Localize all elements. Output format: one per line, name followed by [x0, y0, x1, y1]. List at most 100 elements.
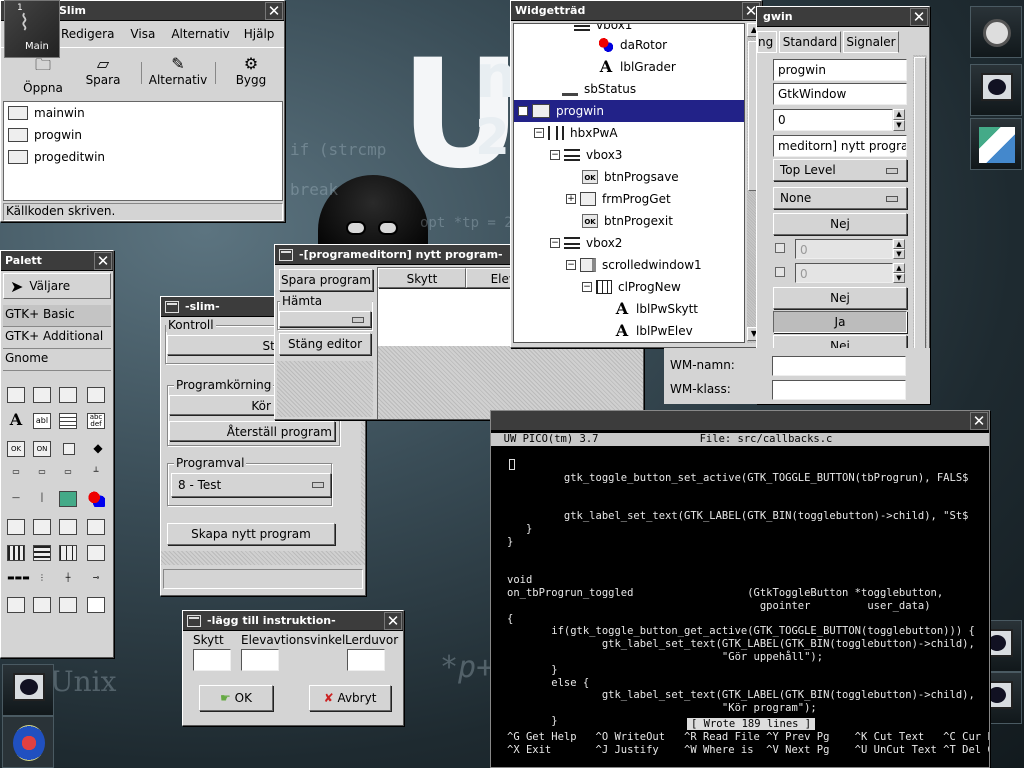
hseparator-widget-icon[interactable]: — [7, 491, 25, 507]
optionmenu-widget-icon[interactable]: ▭ [7, 465, 25, 481]
colorselection-widget-icon[interactable] [59, 519, 77, 535]
wm-name-field[interactable] [772, 356, 906, 376]
window-menu-icon[interactable] [187, 614, 201, 627]
tab-widget[interactable]: ng [757, 31, 777, 53]
tree-row[interactable]: − vbox2 [550, 232, 622, 254]
spin-up-icon[interactable]: ▲ [893, 239, 905, 249]
close-icon[interactable]: ✕ [384, 611, 402, 630]
close-icon[interactable]: ✕ [94, 251, 112, 270]
tree-row[interactable]: AlblPwElev [614, 320, 693, 342]
titlebar[interactable]: -lägg till instruktion- ✕ [183, 611, 403, 631]
tab-signals[interactable]: Signaler [843, 31, 899, 53]
collapse-icon[interactable]: − [518, 106, 528, 116]
save-program-button[interactable]: Spara program [279, 269, 373, 291]
title-field[interactable]: meditorn] nytt program- [773, 135, 907, 157]
vbuttonbox-widget-icon[interactable]: ⋮ [33, 571, 51, 587]
default-width-field[interactable]: 0 [795, 239, 893, 259]
reset-program-button[interactable]: Återställ program [169, 421, 335, 441]
list-item[interactable]: progeditwin [8, 150, 105, 164]
position-dropdown[interactable]: None [773, 187, 907, 209]
build-button[interactable]: ⚙ Bygg [223, 54, 279, 87]
tree-row[interactable]: daRotor [598, 34, 667, 56]
frame-widget-icon[interactable] [33, 597, 51, 613]
close-icon[interactable]: ✕ [970, 411, 988, 430]
textview-widget-icon[interactable]: abc def [87, 413, 105, 429]
handlebox-widget-icon[interactable] [87, 387, 105, 403]
create-program-button[interactable]: Skapa nytt program [167, 523, 335, 545]
default-height-field[interactable]: 0 [795, 263, 893, 283]
tree-row-selected[interactable]: − progwin [514, 100, 744, 122]
dock-gnu-icon[interactable] [2, 716, 54, 768]
menu-edit[interactable]: Redigera [61, 27, 114, 41]
titlebar[interactable]: Palett ✕ [1, 251, 113, 271]
collapse-icon[interactable]: − [582, 282, 592, 292]
tree-row[interactable]: AlblPwSkytt [614, 298, 698, 320]
vpaned-widget-icon[interactable]: ┼ [59, 571, 77, 587]
table-widget-icon[interactable] [59, 545, 77, 561]
label-widget-icon[interactable]: A [7, 412, 25, 429]
collapse-icon[interactable]: − [550, 150, 560, 160]
tree-row[interactable]: sbStatus [562, 78, 636, 100]
tree-row[interactable]: − scrolledwindow1 [566, 254, 702, 276]
tab-gnome[interactable]: Gnome [3, 349, 111, 371]
tree-row[interactable]: − clProgNew [582, 276, 681, 298]
type-dropdown[interactable]: Top Level [773, 159, 907, 181]
border-width-field[interactable]: 0 [773, 109, 893, 131]
list-widget-icon[interactable]: ▭ [59, 465, 77, 481]
hpaned-widget-icon[interactable]: ⊸ [87, 571, 105, 587]
main-desk-icon[interactable]: 1 ⌇ Main [4, 0, 60, 58]
titlebar[interactable]: ✕ [491, 411, 989, 431]
column-header-skytt[interactable]: Skytt [378, 268, 466, 288]
wm-class-field[interactable] [772, 380, 906, 400]
options-button[interactable]: ✎ Alternativ [145, 54, 211, 87]
window-widget-icon[interactable] [7, 387, 25, 403]
vseparator-widget-icon[interactable]: │ [33, 491, 51, 507]
collapse-icon[interactable]: − [550, 238, 560, 248]
notebook-widget-icon[interactable] [7, 597, 25, 613]
radiobutton-widget-icon[interactable]: ◆ [89, 441, 107, 457]
close-icon[interactable]: ✕ [910, 7, 928, 26]
collapse-icon[interactable]: − [534, 128, 544, 138]
scrolledwindow-widget-icon[interactable] [59, 597, 77, 613]
checkbutton-widget-icon[interactable] [63, 443, 75, 455]
close-editor-button[interactable]: Stäng editor [279, 333, 371, 355]
hbuttonbox-widget-icon[interactable]: ▬▬▬ [7, 571, 30, 587]
combo-widget-icon[interactable]: ▭ [33, 465, 51, 481]
list-item[interactable]: progwin [8, 128, 82, 142]
expand-icon[interactable]: + [566, 194, 576, 204]
dock-app-icon[interactable] [970, 6, 1022, 58]
menubar-widget-icon[interactable] [33, 387, 51, 403]
modal-toggle[interactable]: Nej [773, 213, 907, 235]
pico-editor[interactable]: UW PICO(tm) 3.7 File: src/callbacks.c gt… [491, 431, 989, 767]
drawingarea-widget-icon[interactable] [87, 491, 105, 507]
save-button[interactable]: ▱ Spara [75, 54, 131, 87]
window-menu-icon[interactable] [165, 300, 179, 313]
cancel-button[interactable]: ✘ Avbryt [309, 685, 391, 711]
spin-down-icon[interactable]: ▼ [893, 120, 905, 131]
entry-widget-icon[interactable]: abl [33, 413, 51, 429]
tree-row[interactable]: − vbox3 [550, 144, 622, 166]
tree-row[interactable]: AlblGrader [598, 56, 676, 78]
elevation-field[interactable] [241, 649, 279, 671]
hbox-widget-icon[interactable] [7, 545, 25, 561]
spin-up-icon[interactable]: ▲ [893, 263, 905, 273]
tree-row[interactable]: − hbxPwA [534, 122, 618, 144]
tree-row[interactable]: OK btnProgexit [582, 210, 673, 232]
collapse-icon[interactable]: − [566, 260, 576, 270]
fileselection-widget-icon[interactable] [33, 519, 51, 535]
spin-down-icon[interactable]: ▼ [893, 273, 905, 283]
dock-monitor-icon[interactable] [2, 664, 54, 716]
tree-row[interactable]: + frmProgGet [566, 188, 671, 210]
dock-paint-icon[interactable] [970, 118, 1022, 170]
open-button[interactable]: 🗀 Öppna [15, 54, 71, 95]
titlebar[interactable]: Widgetträd ✕ [511, 1, 761, 21]
vbox-widget-icon[interactable] [33, 545, 51, 561]
window-menu-icon[interactable] [279, 248, 293, 261]
default-height-checkbox[interactable] [775, 267, 785, 277]
fetch-program-dropdown[interactable] [279, 311, 371, 327]
tab-gtk-additional[interactable]: GTK+ Additional [3, 327, 111, 349]
shrink-toggle[interactable]: Nej [773, 287, 907, 309]
tab-gtk-basic[interactable]: GTK+ Basic [3, 305, 111, 327]
ok-button[interactable]: ☛ OK [199, 685, 273, 711]
spin-down-icon[interactable]: ▼ [893, 249, 905, 259]
